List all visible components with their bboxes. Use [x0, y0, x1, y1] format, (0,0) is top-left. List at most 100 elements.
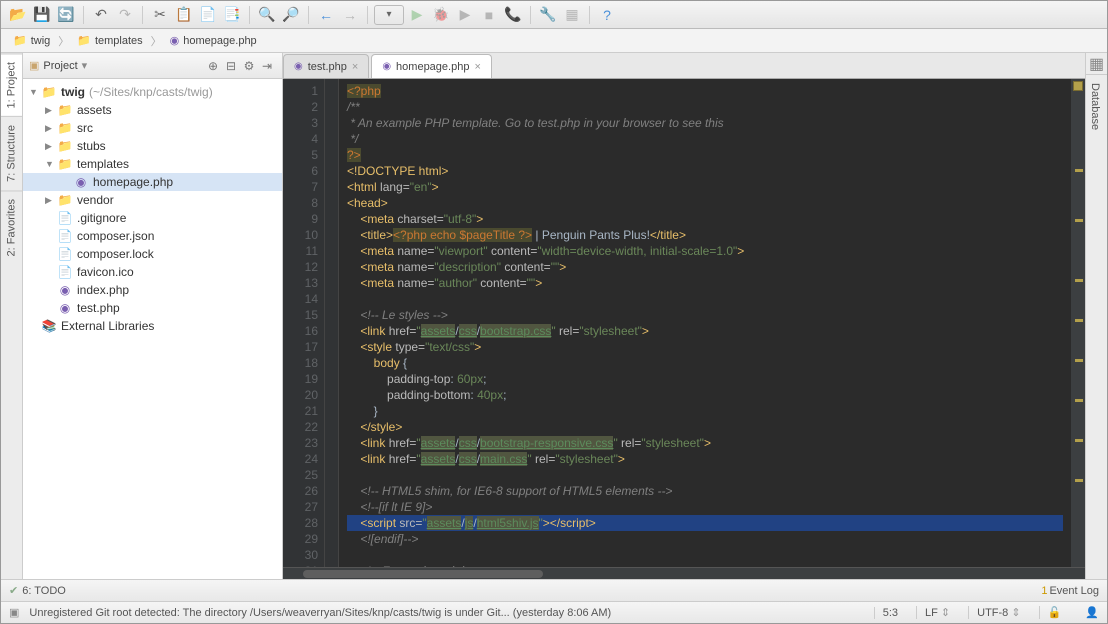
warning-mark[interactable] [1075, 169, 1083, 172]
side-tab-project[interactable]: 1: Project [1, 53, 22, 116]
run-icon[interactable]: ▶ [406, 4, 428, 26]
redo-icon[interactable]: ↷ [114, 4, 136, 26]
todo-tab[interactable]: 6: TODO [22, 585, 66, 597]
help-icon[interactable]: ? [596, 4, 618, 26]
close-icon[interactable]: × [474, 61, 480, 73]
coverage-icon[interactable]: ▶ [454, 4, 476, 26]
scrollbar-thumb[interactable] [303, 570, 543, 578]
tree-arrow-icon[interactable]: ▶ [45, 123, 57, 134]
php-file-icon: ◉ [57, 283, 73, 297]
paste-icon[interactable]: 📄 [197, 4, 219, 26]
scroll-from-source-icon[interactable]: ⊕ [204, 57, 222, 75]
forward-icon[interactable]: → [339, 4, 361, 26]
collapse-all-icon[interactable]: ⊟ [222, 57, 240, 75]
line-separator[interactable]: LF ⇕ [916, 606, 958, 619]
cursor-position[interactable]: 5:3 [874, 607, 906, 619]
tree-item[interactable]: ▶📁src [23, 119, 282, 137]
warning-mark[interactable] [1075, 319, 1083, 322]
status-icon[interactable]: ▣ [9, 606, 19, 619]
folder-icon: 📁 [57, 121, 73, 135]
tree-arrow-icon[interactable]: ▼ [29, 87, 41, 97]
encoding[interactable]: UTF-8 ⇕ [968, 606, 1028, 619]
tree-item[interactable]: 📄composer.json [23, 227, 282, 245]
tree-path: (~/Sites/knp/casts/twig) [89, 85, 213, 99]
chevron-right-icon: 〉 [58, 33, 69, 49]
php-file-icon: ◉ [382, 61, 391, 72]
lock-icon[interactable]: 🔓 [1039, 606, 1070, 619]
left-tool-gutter: 1: Project7: Structure2: Favorites [1, 53, 23, 579]
side-tab-favorites[interactable]: 2: Favorites [1, 190, 22, 264]
warning-mark[interactable] [1075, 399, 1083, 402]
stop-icon[interactable]: ■ [478, 4, 500, 26]
breadcrumb-item[interactable]: 📁templates [71, 32, 148, 49]
breadcrumb-label: twig [31, 35, 51, 47]
close-icon[interactable]: × [352, 61, 358, 73]
tree-item[interactable]: 📚External Libraries [23, 317, 282, 335]
find-replace-icon[interactable]: 🔎 [280, 4, 302, 26]
copy-icon[interactable]: 📋 [173, 4, 195, 26]
tree-item[interactable]: 📄.gitignore [23, 209, 282, 227]
project-icon: ▣ [29, 59, 39, 72]
toolbar-sep [589, 6, 590, 24]
save-icon[interactable]: 💾 [31, 4, 53, 26]
php-file-icon: ◉ [73, 175, 89, 189]
tools-icon[interactable]: 🔧 [537, 4, 559, 26]
tree-item[interactable]: ◉index.php [23, 281, 282, 299]
open-icon[interactable]: 📂 [7, 4, 29, 26]
project-tree[interactable]: ▼📁twig(~/Sites/knp/casts/twig)▶📁assets▶📁… [23, 79, 282, 579]
marker-bar[interactable] [1071, 79, 1085, 567]
warning-mark[interactable] [1075, 219, 1083, 222]
right-gutter-icon[interactable]: ▦ [1086, 53, 1107, 75]
refresh-icon[interactable]: 🔄 [55, 4, 77, 26]
debug-icon[interactable]: 🐞 [430, 4, 452, 26]
tree-arrow-icon[interactable]: ▼ [45, 159, 57, 169]
paste2-icon[interactable]: 📑 [221, 4, 243, 26]
code-editor[interactable]: 1234567891011121314151617181920212223242… [283, 79, 1085, 567]
find-icon[interactable]: 🔍 [256, 4, 278, 26]
bottom-tool-bar: ✔ 6: TODO 1 Event Log [1, 579, 1107, 601]
horizontal-scrollbar[interactable] [283, 567, 1085, 579]
event-log-tab[interactable]: Event Log [1049, 585, 1099, 597]
undo-icon[interactable]: ↶ [90, 4, 112, 26]
chevron-down-icon[interactable]: ▾ [82, 59, 88, 72]
breadcrumb-item[interactable]: ◉homepage.php [164, 32, 263, 49]
status-bar: ▣ Unregistered Git root detected: The di… [1, 601, 1107, 623]
analysis-status-icon[interactable] [1073, 81, 1083, 91]
tree-arrow-icon[interactable]: ▶ [45, 105, 57, 116]
tree-item[interactable]: ▶📁assets [23, 101, 282, 119]
database-tab[interactable]: Database [1086, 75, 1104, 138]
breadcrumb-item[interactable]: 📁twig [7, 32, 56, 49]
gear-icon[interactable]: ⚙ [240, 57, 258, 75]
folder-icon: 📁 [57, 157, 73, 171]
editor-tab[interactable]: ◉homepage.php× [371, 54, 492, 78]
folder-icon: 📁 [57, 139, 73, 153]
back-icon[interactable]: ← [315, 4, 337, 26]
tree-item[interactable]: ◉homepage.php [23, 173, 282, 191]
warning-mark[interactable] [1075, 479, 1083, 482]
editor-tab[interactable]: ◉test.php× [283, 54, 369, 78]
listen-icon[interactable]: 📞 [502, 4, 524, 26]
tree-item[interactable]: ▶📁stubs [23, 137, 282, 155]
breadcrumb-label: templates [95, 35, 143, 47]
tree-item[interactable]: 📄favicon.ico [23, 263, 282, 281]
tree-arrow-icon[interactable]: ▶ [45, 141, 57, 152]
warning-mark[interactable] [1075, 279, 1083, 282]
file-icon: 📄 [57, 211, 73, 225]
tree-item[interactable]: ▶📁vendor [23, 191, 282, 209]
tree-item[interactable]: ▼📁twig(~/Sites/knp/casts/twig) [23, 83, 282, 101]
tree-arrow-icon[interactable]: ▶ [45, 195, 57, 206]
fold-column[interactable] [325, 79, 339, 567]
tree-item[interactable]: 📄composer.lock [23, 245, 282, 263]
tree-item[interactable]: ▼📁templates [23, 155, 282, 173]
code-content[interactable]: <?php/** * An example PHP template. Go t… [339, 79, 1071, 567]
layout-icon[interactable]: ▦ [561, 4, 583, 26]
run-config-dropdown[interactable]: ▾ [374, 5, 404, 25]
cut-icon[interactable]: ✂ [149, 4, 171, 26]
php-file-icon: ◉ [170, 34, 180, 47]
warning-mark[interactable] [1075, 359, 1083, 362]
hide-icon[interactable]: ⇥ [258, 57, 276, 75]
tree-item[interactable]: ◉test.php [23, 299, 282, 317]
warning-mark[interactable] [1075, 439, 1083, 442]
hector-icon[interactable]: 👤 [1079, 606, 1099, 619]
side-tab-structure[interactable]: 7: Structure [1, 116, 22, 190]
